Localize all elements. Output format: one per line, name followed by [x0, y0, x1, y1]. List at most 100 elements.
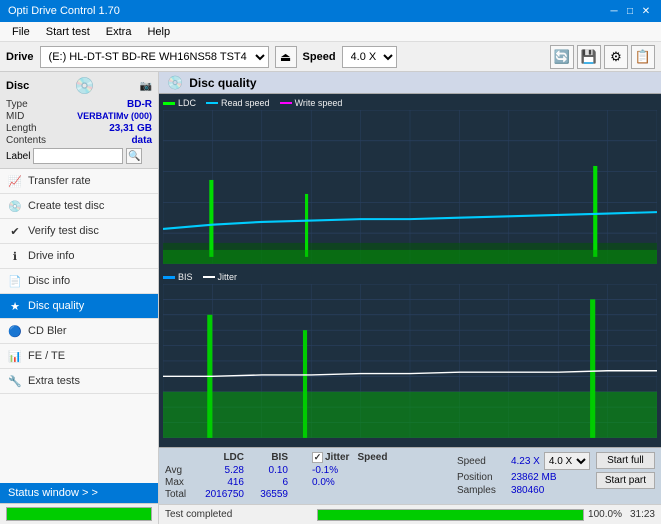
menu-file[interactable]: File	[4, 24, 38, 40]
menu-help[interactable]: Help	[139, 24, 178, 40]
toolbar-icons: 🔄 💾 ⚙ 📋	[550, 45, 655, 69]
write-color	[280, 102, 292, 104]
sidebar-item-disc-info[interactable]: 📄 Disc info	[0, 269, 158, 294]
drive-bar: Drive (E:) HL-DT-ST BD-RE WH16NS58 TST4 …	[0, 42, 661, 72]
create-test-disc-icon: 💿	[8, 199, 22, 213]
disc-label-label: Label	[6, 151, 30, 162]
bottom-chart-legend: BIS Jitter	[163, 272, 657, 282]
total-label: Total	[165, 489, 195, 500]
avg-ldc: 5.28	[199, 465, 244, 476]
status-pct: 100.0%	[588, 509, 622, 520]
sidebar: Disc 💿 📷 Type BD-R MID VERBATIMv (000) L…	[0, 72, 159, 524]
disc-label-button[interactable]: 🔍	[126, 148, 142, 164]
speed-select[interactable]: 4.0 X	[342, 46, 397, 68]
sidebar-item-extra-tests-label: Extra tests	[28, 375, 80, 387]
close-button[interactable]: ✕	[639, 4, 653, 18]
status-progress-container: 100.0%	[317, 509, 622, 521]
legend-write-label: Write speed	[295, 98, 343, 108]
bis-color	[163, 276, 175, 279]
sidebar-item-transfer-rate-label: Transfer rate	[28, 175, 91, 187]
jitter-color	[203, 276, 215, 278]
legend-jitter: Jitter	[203, 272, 238, 282]
top-chart-container: LDC Read speed Write speed	[163, 98, 657, 269]
action-buttons: Start full Start part	[596, 452, 655, 489]
samples-label: Samples	[457, 485, 507, 496]
legend-bis-label: BIS	[178, 272, 193, 282]
sidebar-item-transfer-rate[interactable]: 📈 Transfer rate	[0, 169, 158, 194]
menu-start-test[interactable]: Start test	[38, 24, 98, 40]
disc-header-label: Disc	[6, 80, 29, 92]
status-time: 31:23	[630, 509, 655, 520]
sidebar-item-disc-quality[interactable]: ★ Disc quality	[0, 294, 158, 319]
disc-type-value: BD-R	[127, 99, 152, 110]
disc-mid-label: MID	[6, 111, 24, 122]
stats-total-row: Total 2016750 36559	[165, 489, 451, 500]
disc-info-icon: 📄	[8, 274, 22, 288]
position-label: Position	[457, 472, 507, 483]
ldc-color	[163, 102, 175, 105]
start-full-button[interactable]: Start full	[596, 452, 655, 469]
sidebar-item-disc-quality-label: Disc quality	[28, 300, 84, 312]
disc-label-input[interactable]	[33, 148, 123, 164]
speed-row: Speed 4.23 X 4.0 X	[457, 452, 590, 470]
sidebar-item-cd-bler-label: CD Bler	[28, 325, 67, 337]
jitter-check-container: ✓ Jitter	[312, 452, 349, 463]
max-ldc: 416	[199, 477, 244, 488]
position-val: 23862 MB	[511, 472, 557, 483]
legend-ldc-label: LDC	[178, 98, 196, 108]
samples-row: Samples 380460	[457, 485, 590, 496]
charts-area: LDC Read speed Write speed	[159, 94, 661, 447]
minimize-button[interactable]: ─	[607, 4, 621, 18]
status-text: Test completed	[165, 509, 317, 520]
cd-bler-icon: 🔵	[8, 324, 22, 338]
stats-h-ldc: LDC	[199, 452, 244, 463]
disc-mid-value: VERBATIMv (000)	[77, 111, 152, 122]
progress-bar-fill	[7, 508, 151, 520]
save-button[interactable]: 💾	[577, 45, 601, 69]
sidebar-item-verify-test-disc[interactable]: ✔ Verify test disc	[0, 219, 158, 244]
stats-h-bis: BIS	[248, 452, 288, 463]
disc-contents-value: data	[131, 135, 152, 146]
stats-max-row: Max 416 6 0.0%	[165, 477, 451, 488]
menu-extra[interactable]: Extra	[98, 24, 140, 40]
drive-select[interactable]: (E:) HL-DT-ST BD-RE WH16NS58 TST4	[40, 46, 269, 68]
sidebar-item-extra-tests[interactable]: 🔧 Extra tests	[0, 369, 158, 394]
sidebar-item-drive-info[interactable]: ℹ Drive info	[0, 244, 158, 269]
settings-button[interactable]: ⚙	[604, 45, 628, 69]
maximize-button[interactable]: □	[623, 4, 637, 18]
max-bis: 6	[248, 477, 288, 488]
status-window-button[interactable]: Status window > >	[0, 483, 158, 503]
stats-left: LDC BIS ✓ Jitter Speed Avg 5.28 0.10 -0.…	[165, 452, 451, 500]
transfer-rate-icon: 📈	[8, 174, 22, 188]
top-chart-legend: LDC Read speed Write speed	[163, 98, 657, 108]
drive-info-icon: ℹ	[8, 249, 22, 263]
disc-contents-label: Contents	[6, 135, 46, 146]
speed-stat-select[interactable]: 4.0 X	[544, 452, 590, 470]
stats-h-jitter: Jitter	[325, 452, 349, 463]
max-jitter: 0.0%	[312, 477, 335, 488]
disc-icon: 💿	[74, 76, 94, 96]
sidebar-item-create-test-disc[interactable]: 💿 Create test disc	[0, 194, 158, 219]
stats-avg-row: Avg 5.28 0.10 -0.1%	[165, 465, 451, 476]
start-part-button[interactable]: Start part	[596, 472, 655, 489]
status-progress-bar	[317, 509, 584, 521]
stats-h-empty	[165, 452, 195, 463]
sidebar-item-disc-info-label: Disc info	[28, 275, 70, 287]
read-color	[206, 102, 218, 104]
bottom-chart-container: BIS Jitter	[163, 272, 657, 443]
disc-quality-header: 💿 Disc quality	[159, 72, 661, 94]
export-button[interactable]: 📋	[631, 45, 655, 69]
disc-contents-row: Contents data	[6, 135, 152, 146]
sidebar-item-fe-te-label: FE / TE	[28, 350, 65, 362]
disc-length-label: Length	[6, 123, 37, 134]
jitter-checkbox[interactable]: ✓	[312, 452, 323, 463]
disc-sub-icon: 📷	[140, 81, 152, 92]
speed-stat-label: Speed	[457, 456, 507, 467]
sidebar-item-fe-te[interactable]: 📊 FE / TE	[0, 344, 158, 369]
disc-quality-header-icon: 💿	[167, 75, 183, 91]
top-chart-svg: 500 400 300 200 100 0.0 0.0 2.5 5.0 7.5 …	[163, 110, 657, 264]
eject-button[interactable]: ⏏	[275, 46, 297, 68]
app-title: Opti Drive Control 1.70	[8, 5, 120, 17]
sidebar-item-cd-bler[interactable]: 🔵 CD Bler	[0, 319, 158, 344]
refresh-button[interactable]: 🔄	[550, 45, 574, 69]
